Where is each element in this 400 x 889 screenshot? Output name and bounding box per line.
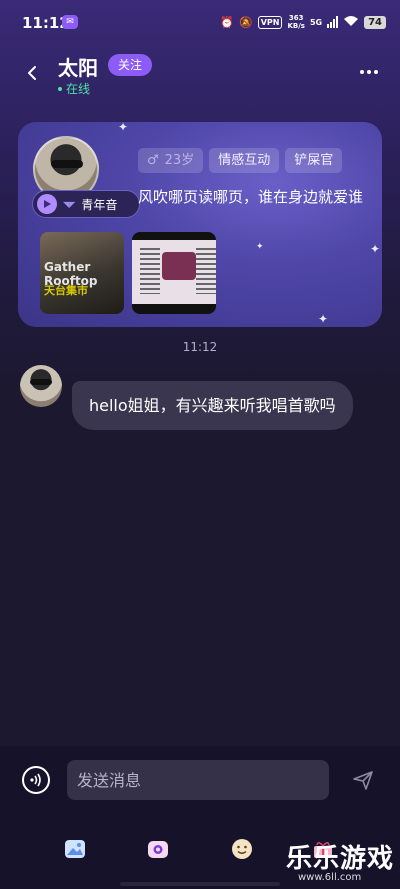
camera-button[interactable] (147, 838, 169, 860)
waveform-icon: ◥◤ (63, 199, 76, 209)
avatar-glasses (51, 160, 83, 168)
battery-indicator: 74 (364, 15, 386, 29)
voice-intro-player[interactable]: ◥◤ 青年音 (32, 190, 140, 218)
play-icon[interactable] (37, 194, 57, 214)
more-dot-icon (367, 70, 371, 74)
male-icon: ♂ (147, 153, 159, 168)
network-type: 5G (309, 17, 323, 27)
message-timestamp: 11:12 (182, 340, 218, 354)
sound-wave-icon (30, 773, 41, 787)
chevron-left-icon (28, 66, 36, 80)
mute-icon: 🔕 (239, 15, 253, 29)
status-icons: ⏰ 🔕 VPN 363 KB/s 5G 74 (220, 12, 386, 32)
send-icon (353, 771, 373, 790)
back-button[interactable] (24, 62, 42, 84)
chat-partner-name: 太阳 (58, 56, 98, 80)
online-status-label: 在线 (66, 82, 91, 96)
online-dot-icon (58, 86, 62, 91)
send-button[interactable] (351, 768, 375, 792)
profile-photo-1[interactable]: Gather Rooftop 天台集市 (40, 232, 124, 314)
image-picker-button[interactable] (64, 838, 86, 860)
camera-icon (148, 841, 168, 858)
vpn-badge: VPN (257, 15, 283, 29)
profile-card[interactable]: ✦ ✦ ✦ ✦ ◥◤ 青年音 ♂ 23岁 情感互动 铲屎官 风吹哪页读哪页，谁在… (18, 122, 382, 327)
tag-pet-owner: 铲屎官 (285, 148, 343, 173)
home-indicator (120, 882, 280, 886)
profile-tags: ♂ 23岁 情感互动 铲屎官 (138, 148, 343, 173)
watermark-logo: 乐乐游戏 (286, 844, 395, 874)
follow-button[interactable]: 关注 (108, 54, 152, 76)
emoji-button[interactable] (231, 838, 253, 860)
sender-avatar[interactable] (20, 365, 62, 407)
sparkle-icon: ✦ (256, 242, 264, 252)
voice-input-button[interactable] (22, 766, 50, 794)
profile-signature: 风吹哪页读哪页，谁在身边就爱谁 (138, 188, 364, 206)
net-speed: 363 KB/s (287, 14, 305, 30)
emoji-icon (232, 839, 252, 859)
message-bubble[interactable]: hello姐姐，有兴趣来听我唱首歌吗 (72, 381, 353, 430)
image-icon (65, 840, 85, 858)
more-options-button[interactable] (360, 70, 378, 74)
avatar-glasses (30, 379, 52, 385)
photo-detail (140, 248, 160, 294)
photo-detail (196, 248, 216, 294)
photo-detail (162, 252, 196, 280)
sparkle-icon: ✦ (118, 122, 129, 134)
signal-icon (327, 16, 339, 28)
more-dot-icon (374, 70, 378, 74)
voice-label: 青年音 (81, 197, 118, 212)
wifi-icon (343, 15, 359, 30)
online-status: 在线 (58, 80, 90, 97)
sparkle-icon: ✦ (370, 242, 381, 256)
message-input[interactable] (67, 760, 329, 800)
alarm-icon: ⏰ (220, 15, 234, 29)
tag-interest: 情感互动 (209, 148, 280, 173)
more-dot-icon (360, 70, 364, 74)
watermark-url: www.6ll.com (298, 872, 362, 883)
tag-age: ♂ 23岁 (138, 148, 204, 173)
profile-photo-2[interactable] (132, 232, 216, 314)
sparkle-icon: ✦ (318, 312, 329, 326)
status-bar: 11:12 ✉ ⏰ 🔕 VPN 363 KB/s 5G 74 (0, 0, 400, 44)
app-notification-icon: ✉ (62, 15, 78, 29)
